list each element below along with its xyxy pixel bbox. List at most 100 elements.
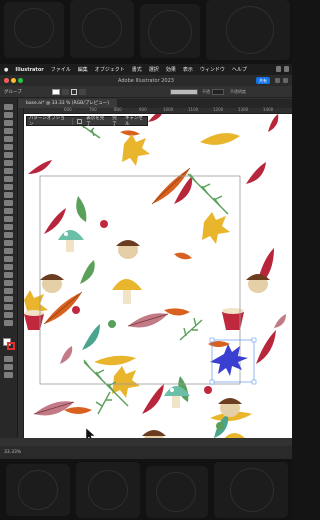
stroke-color-swatch[interactable] — [7, 342, 15, 350]
pattern-done-display-button[interactable]: 表示を完了 — [86, 115, 108, 127]
yellow-mushroom — [224, 433, 245, 438]
red-leaf — [246, 162, 266, 184]
zoom-tool-icon[interactable] — [4, 312, 13, 318]
fill-dropdown[interactable] — [61, 88, 69, 95]
menu-file[interactable]: ファイル — [51, 66, 71, 73]
free-transform-tool-icon[interactable] — [4, 216, 13, 222]
menu-bar: ● Illustrator ファイル 編集 オブジェクト 書式 選択 効果 表示… — [0, 64, 292, 75]
resize-handle[interactable] — [209, 379, 215, 385]
pink-feather-leaf — [127, 313, 169, 328]
window-title: Adobe Illustrator 2023 — [118, 77, 174, 84]
pattern-done-button[interactable]: 完了 — [112, 115, 121, 127]
yellow-maple-leaf — [122, 134, 150, 166]
opacity-link[interactable]: 不透明度 — [230, 89, 246, 95]
yellow-maple-leaf — [112, 366, 140, 398]
eyedropper-tool-icon[interactable] — [4, 256, 13, 262]
zoom-level[interactable]: 33.33% — [4, 450, 21, 455]
type-tool-icon[interactable] — [4, 144, 13, 150]
resize-handle[interactable] — [251, 337, 257, 343]
artboard-tool-icon[interactable] — [4, 288, 13, 294]
menu-effect[interactable]: 効果 — [166, 66, 176, 73]
artboard-canvas[interactable]: パターンオプション 表示を完了 完了 キャンセル — [24, 114, 292, 438]
paintbrush-tool-icon[interactable] — [4, 168, 13, 174]
shape-builder-tool-icon[interactable] — [4, 224, 13, 230]
color-mode-icon[interactable] — [4, 356, 13, 362]
graph-tool-icon[interactable] — [4, 280, 13, 286]
close-window-button[interactable] — [4, 78, 9, 83]
search-icon[interactable] — [275, 78, 280, 83]
document-tab-bar: base.ai* @ 33.33 % (RGB/プレビュー) — [18, 99, 292, 108]
rotate-tool-icon[interactable] — [4, 192, 13, 198]
zoom-window-button[interactable] — [18, 78, 23, 83]
pencil-tool-icon[interactable] — [4, 176, 13, 182]
opacity-input[interactable] — [212, 89, 224, 95]
share-button[interactable]: 共有 — [256, 77, 270, 84]
menu-type[interactable]: 書式 — [132, 66, 142, 73]
red-leaf — [256, 330, 276, 364]
yellow-long-leaf — [200, 133, 240, 145]
berry — [72, 306, 80, 314]
more-tools-icon[interactable] — [4, 320, 13, 326]
eraser-tool-icon[interactable] — [4, 184, 13, 190]
stroke-profile-preview[interactable] — [170, 89, 198, 95]
width-tool-icon[interactable] — [4, 208, 13, 214]
stroke-dropdown[interactable] — [78, 88, 86, 95]
gradient-tool-icon[interactable] — [4, 248, 13, 254]
acorn — [40, 274, 64, 293]
berry — [100, 220, 108, 228]
berry — [204, 386, 212, 394]
line-tool-icon[interactable] — [4, 152, 13, 158]
magic-wand-tool-icon[interactable] — [4, 120, 13, 126]
menu-window[interactable]: ウィンドウ — [200, 66, 225, 73]
menu-help[interactable]: ヘルプ — [232, 66, 247, 73]
red-leaf — [268, 114, 279, 132]
pattern-options-title: パターンオプション — [29, 116, 65, 127]
ruler-tick-label: 600 — [64, 107, 72, 112]
draw-mode-icon[interactable] — [4, 364, 13, 370]
yellow-long-leaf — [94, 355, 136, 366]
opacity-label: 不透 — [202, 89, 210, 94]
menu-edit[interactable]: 編集 — [78, 66, 88, 73]
title-right-icons — [275, 78, 288, 83]
fill-swatch[interactable] — [51, 88, 60, 95]
save-copy-icon[interactable] — [77, 118, 83, 124]
acorn — [142, 430, 166, 438]
ruler-tick-label: 1200 — [213, 107, 224, 112]
hand-tool-icon[interactable] — [4, 304, 13, 310]
symbol-sprayer-tool-icon[interactable] — [4, 272, 13, 278]
pen-tool-icon[interactable] — [4, 128, 13, 134]
resize-handle[interactable] — [251, 379, 257, 385]
minimize-window-button[interactable] — [11, 78, 16, 83]
menu-select[interactable]: 選択 — [149, 66, 159, 73]
blend-tool-icon[interactable] — [4, 264, 13, 270]
pattern-cancel-button[interactable]: キャンセル — [125, 115, 147, 127]
scale-tool-icon[interactable] — [4, 200, 13, 206]
resize-handle[interactable] — [209, 337, 215, 343]
mouse-cursor-icon — [85, 427, 96, 438]
apple-icon[interactable]: ● — [4, 67, 8, 73]
menu-app-name[interactable]: Illustrator — [15, 67, 43, 73]
direct-selection-tool-icon[interactable] — [4, 112, 13, 118]
rectangle-tool-icon[interactable] — [4, 160, 13, 166]
stroke-swatch[interactable] — [70, 88, 77, 95]
berry — [216, 422, 224, 430]
screen-mode-icon[interactable] — [4, 372, 13, 378]
control-bar: グループ 不透 不透明度 — [0, 86, 292, 98]
battery-icon[interactable] — [284, 66, 289, 72]
orange-leaf — [174, 252, 192, 260]
green-branch — [187, 173, 229, 215]
mesh-tool-icon[interactable] — [4, 240, 13, 246]
workspace-icon[interactable] — [283, 78, 288, 83]
yellow-mushroom — [112, 279, 142, 304]
wifi-icon[interactable] — [276, 66, 281, 72]
slice-tool-icon[interactable] — [4, 296, 13, 302]
menu-view[interactable]: 表示 — [183, 66, 193, 73]
ruler-tick-label: 900 — [139, 107, 147, 112]
perspective-grid-tool-icon[interactable] — [4, 232, 13, 238]
illustrator-window: ● Illustrator ファイル 編集 オブジェクト 書式 選択 効果 表示… — [0, 64, 292, 459]
ruler-tick-label: 800 — [114, 107, 122, 112]
menu-object[interactable]: オブジェクト — [95, 66, 125, 73]
berry — [108, 320, 116, 328]
curvature-tool-icon[interactable] — [4, 136, 13, 142]
selection-tool-icon[interactable] — [4, 104, 13, 110]
